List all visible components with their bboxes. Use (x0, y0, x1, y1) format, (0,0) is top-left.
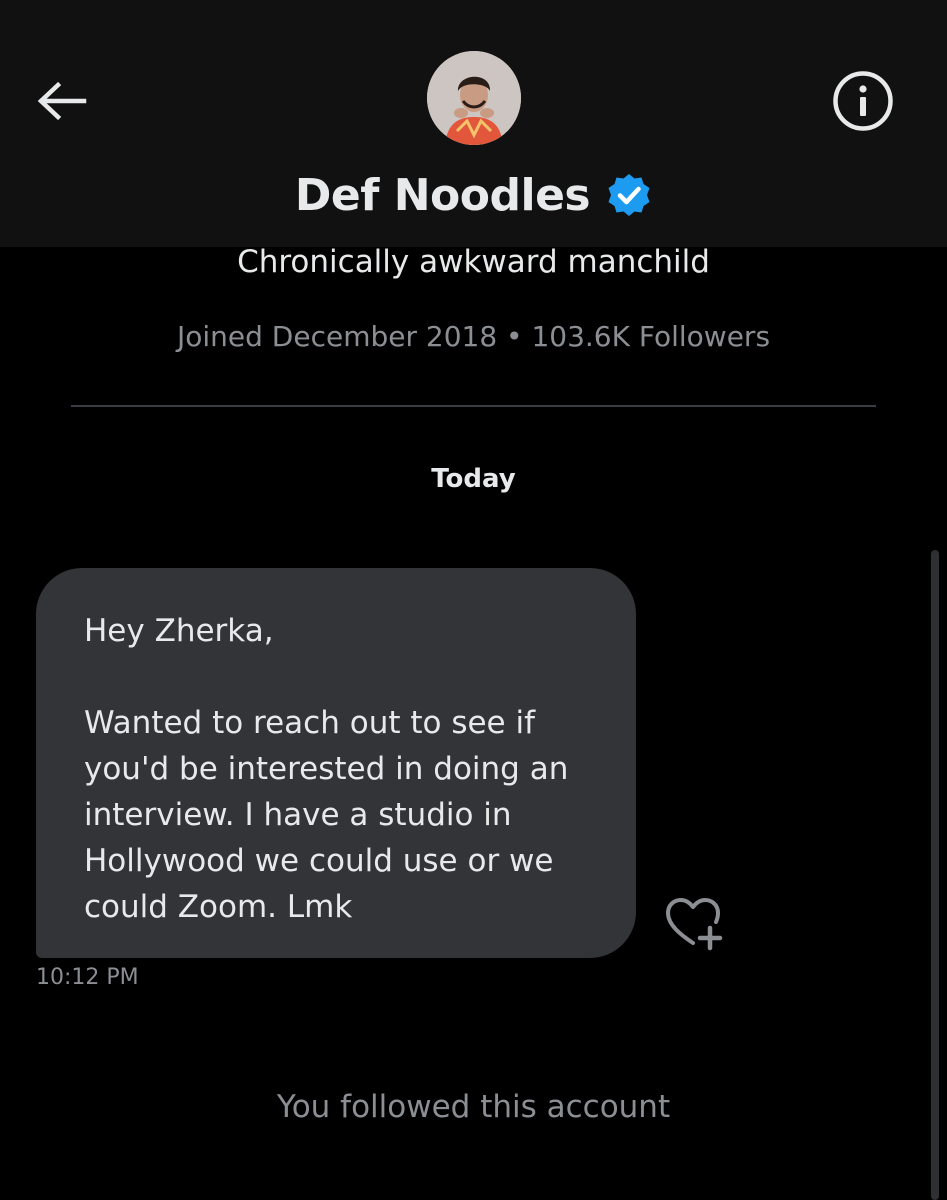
message-body: Wanted to reach out to see if you'd be i… (84, 705, 569, 925)
heart-plus-icon (666, 898, 723, 951)
scrollbar[interactable] (931, 550, 939, 1200)
profile-name: Def Noodles (294, 169, 591, 221)
add-reaction-button[interactable] (660, 893, 732, 955)
verified-badge-icon (608, 174, 650, 216)
message-timestamp: 10:12 PM (36, 965, 139, 990)
divider (71, 405, 876, 407)
profile-name-row: Def Noodles (0, 163, 947, 227)
date-separator: Today (431, 464, 516, 494)
message-bubble[interactable]: Hey Zherka, Wanted to reach out to see i… (36, 568, 636, 958)
back-button[interactable] (30, 70, 92, 132)
conversation-header: Def Noodles (0, 0, 947, 247)
profile-bio: Chronically awkward manchild (237, 244, 710, 280)
avatar[interactable] (427, 51, 521, 145)
system-message: You followed this account (276, 1089, 671, 1125)
message-greeting: Hey Zherka, (84, 613, 274, 649)
profile-meta: Joined December 2018 • 103.6K Followers (176, 320, 771, 353)
info-circle-icon (833, 71, 893, 131)
info-button[interactable] (832, 70, 894, 132)
arrow-left-icon (37, 81, 87, 121)
